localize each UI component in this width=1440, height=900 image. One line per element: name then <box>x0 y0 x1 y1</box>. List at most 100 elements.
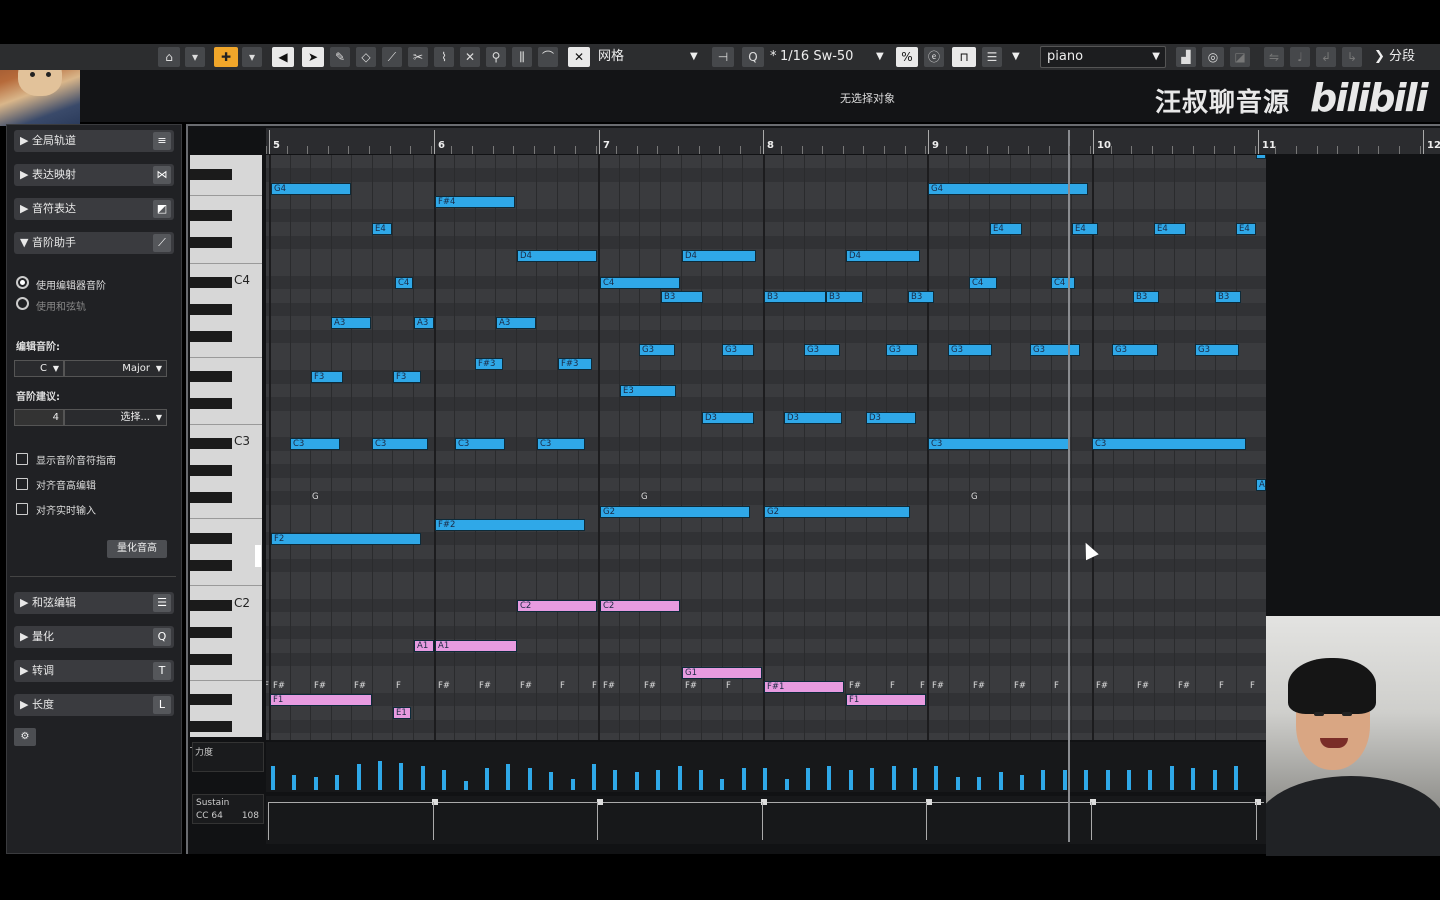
inspector-section-bottom-3[interactable]: ▶ 长度 L <box>14 694 174 716</box>
midi-note[interactable]: G3 <box>1030 344 1080 357</box>
velocity-bar[interactable] <box>870 768 875 790</box>
velocity-bar[interactable] <box>1062 770 1067 790</box>
pencil-icon[interactable]: ✎ <box>330 47 350 67</box>
home-icon[interactable]: ⌂ <box>158 47 180 67</box>
sustain-lane[interactable] <box>266 796 1426 844</box>
brush-icon[interactable]: ⟋ <box>382 47 402 67</box>
midi-note[interactable]: A2 <box>1256 478 1266 491</box>
image-icon[interactable]: ◪ <box>1230 47 1250 67</box>
pitch-snap-icon[interactable]: ⓔ <box>924 47 944 67</box>
velocity-bar[interactable] <box>1084 770 1089 790</box>
snap-zero-icon[interactable]: ⊣ <box>712 47 734 67</box>
midi-note[interactable]: A3 <box>496 317 536 330</box>
midi-note[interactable]: C3 <box>928 438 1070 451</box>
midi-in-icon[interactable]: ↲ <box>1316 47 1336 67</box>
midi-note[interactable]: D4 <box>517 250 597 263</box>
quantize-pitch-button[interactable]: 量化音高 <box>107 540 167 558</box>
velocity-bar[interactable] <box>913 768 917 790</box>
black-key[interactable] <box>190 694 232 705</box>
midi-note[interactable]: G4 <box>271 182 351 195</box>
velocity-bar[interactable] <box>463 781 468 790</box>
step-input-icon[interactable]: ⇋ <box>1264 47 1284 67</box>
midi-note[interactable]: G2 <box>764 505 910 518</box>
midi-note[interactable]: C2 <box>600 599 680 612</box>
midi-note[interactable]: D4 <box>682 250 756 263</box>
chevron-down-icon[interactable]: ▼ <box>690 47 698 67</box>
black-key[interactable] <box>190 492 232 504</box>
midi-note[interactable]: G2 <box>600 505 750 518</box>
mute-x-icon[interactable]: ✕ <box>460 47 480 67</box>
sustain-step[interactable] <box>432 802 436 840</box>
quantize-preset-select[interactable]: 1/16 Sw-50 <box>780 47 853 67</box>
midi-note[interactable]: E4 <box>1072 223 1098 236</box>
velocity-bar[interactable] <box>656 770 661 790</box>
velocity-lane-header[interactable]: 力度 <box>192 742 264 772</box>
midi-note[interactable]: C2 <box>517 599 597 612</box>
midi-note[interactable]: G3 <box>722 344 754 357</box>
black-key[interactable] <box>190 720 232 732</box>
glue-icon[interactable]: ⌇ <box>434 47 454 67</box>
black-key[interactable] <box>190 438 232 450</box>
root-note-select[interactable]: C ▼ <box>14 360 64 377</box>
inspector-section-3[interactable]: ▼ 音阶助手 ⟋ <box>14 232 174 254</box>
velocity-bar[interactable] <box>313 776 318 790</box>
black-key[interactable] <box>190 398 232 410</box>
midi-note[interactable]: F1 <box>270 694 372 706</box>
black-key[interactable] <box>190 169 232 181</box>
black-key[interactable] <box>190 303 232 315</box>
midi-note[interactable]: B3 <box>764 290 826 303</box>
instrument-select[interactable]: piano ▼ <box>1040 46 1166 68</box>
midi-note[interactable]: G3 <box>804 344 840 357</box>
midi-note[interactable]: C3 <box>372 438 428 451</box>
velocity-bar[interactable] <box>1041 770 1046 790</box>
midi-note[interactable]: C4 <box>969 277 997 290</box>
snap-icon[interactable]: ✕ <box>568 47 590 67</box>
midi-note[interactable]: F#3 <box>475 357 503 370</box>
velocity-bar[interactable] <box>1105 770 1110 790</box>
inspector-section-bottom-1[interactable]: ▶ 量化 Q <box>14 626 174 648</box>
velocity-bar[interactable] <box>741 768 746 790</box>
velocity-bar[interactable] <box>891 765 896 790</box>
black-key[interactable] <box>190 236 232 248</box>
midi-note[interactable]: A3 <box>331 317 371 330</box>
option-checkbox[interactable] <box>16 478 28 490</box>
midi-note[interactable]: F3 <box>393 371 421 384</box>
velocity-bar[interactable] <box>699 770 703 790</box>
grid-type-label[interactable]: 网格 <box>598 47 624 67</box>
black-key[interactable] <box>190 653 232 665</box>
midi-note[interactable]: B3 <box>1215 290 1241 303</box>
velocity-bar[interactable] <box>784 779 789 790</box>
midi-note[interactable]: E4 <box>372 223 392 236</box>
chevron-down-icon[interactable]: ▼ <box>1012 47 1020 67</box>
velocity-bar[interactable] <box>335 774 340 790</box>
zoom-icon[interactable]: ⚲ <box>486 47 506 67</box>
velocity-bar[interactable] <box>634 772 639 790</box>
midi-note-partial[interactable] <box>1256 155 1266 159</box>
eraser-icon[interactable]: ◇ <box>356 47 376 67</box>
split-button[interactable]: ❯ 分段 <box>1374 47 1415 67</box>
midi-note[interactable]: B3 <box>1133 290 1159 303</box>
midi-note[interactable]: F1 <box>846 694 926 706</box>
quantize-icon[interactable]: Q <box>742 47 764 67</box>
playhead[interactable] <box>1068 130 1070 842</box>
velocity-bar[interactable] <box>848 770 853 790</box>
scale-source-radio[interactable] <box>16 276 29 289</box>
velocity-bar[interactable] <box>827 765 832 790</box>
midi-note[interactable]: B3 <box>661 290 703 303</box>
black-key[interactable] <box>190 277 232 289</box>
inspector-section-2[interactable]: ▶ 音符表达 ◩ <box>14 198 174 220</box>
midi-note[interactable]: D4 <box>846 250 920 263</box>
settings-gear-icon[interactable]: ⚙ <box>14 728 36 746</box>
chevron-down-icon[interactable]: ▼ <box>876 47 884 67</box>
sustain-step[interactable] <box>1091 802 1094 840</box>
velocity-bar[interactable] <box>613 770 618 790</box>
chevron-down-icon[interactable]: ▾ <box>185 47 205 67</box>
iterative-quantize-icon[interactable]: % <box>896 47 918 67</box>
option-checkbox[interactable] <box>16 503 28 515</box>
black-key[interactable] <box>190 559 232 571</box>
suggest-count[interactable]: 4 <box>14 409 64 426</box>
velocity-bar[interactable] <box>1127 770 1131 790</box>
velocity-bar[interactable] <box>1169 765 1174 790</box>
velocity-bar[interactable] <box>378 761 382 790</box>
midi-note[interactable]: F2 <box>271 532 421 545</box>
